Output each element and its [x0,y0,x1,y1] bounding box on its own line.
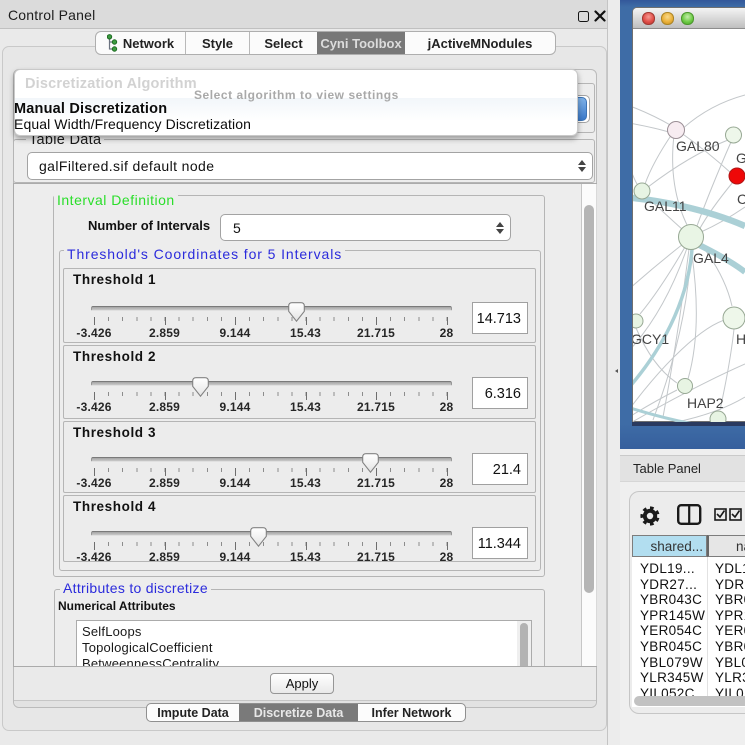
svg-text:GAL4: GAL4 [693,250,729,266]
svg-text:GAL80: GAL80 [676,138,720,154]
svg-text:GCY1: GCY1 [633,331,669,347]
svg-text:C: C [737,191,745,207]
svg-text:HAP2: HAP2 [687,395,724,411]
svg-text:GA: GA [736,150,745,166]
svg-text:GAL11: GAL11 [644,198,687,214]
svg-text:HI: HI [736,331,745,347]
